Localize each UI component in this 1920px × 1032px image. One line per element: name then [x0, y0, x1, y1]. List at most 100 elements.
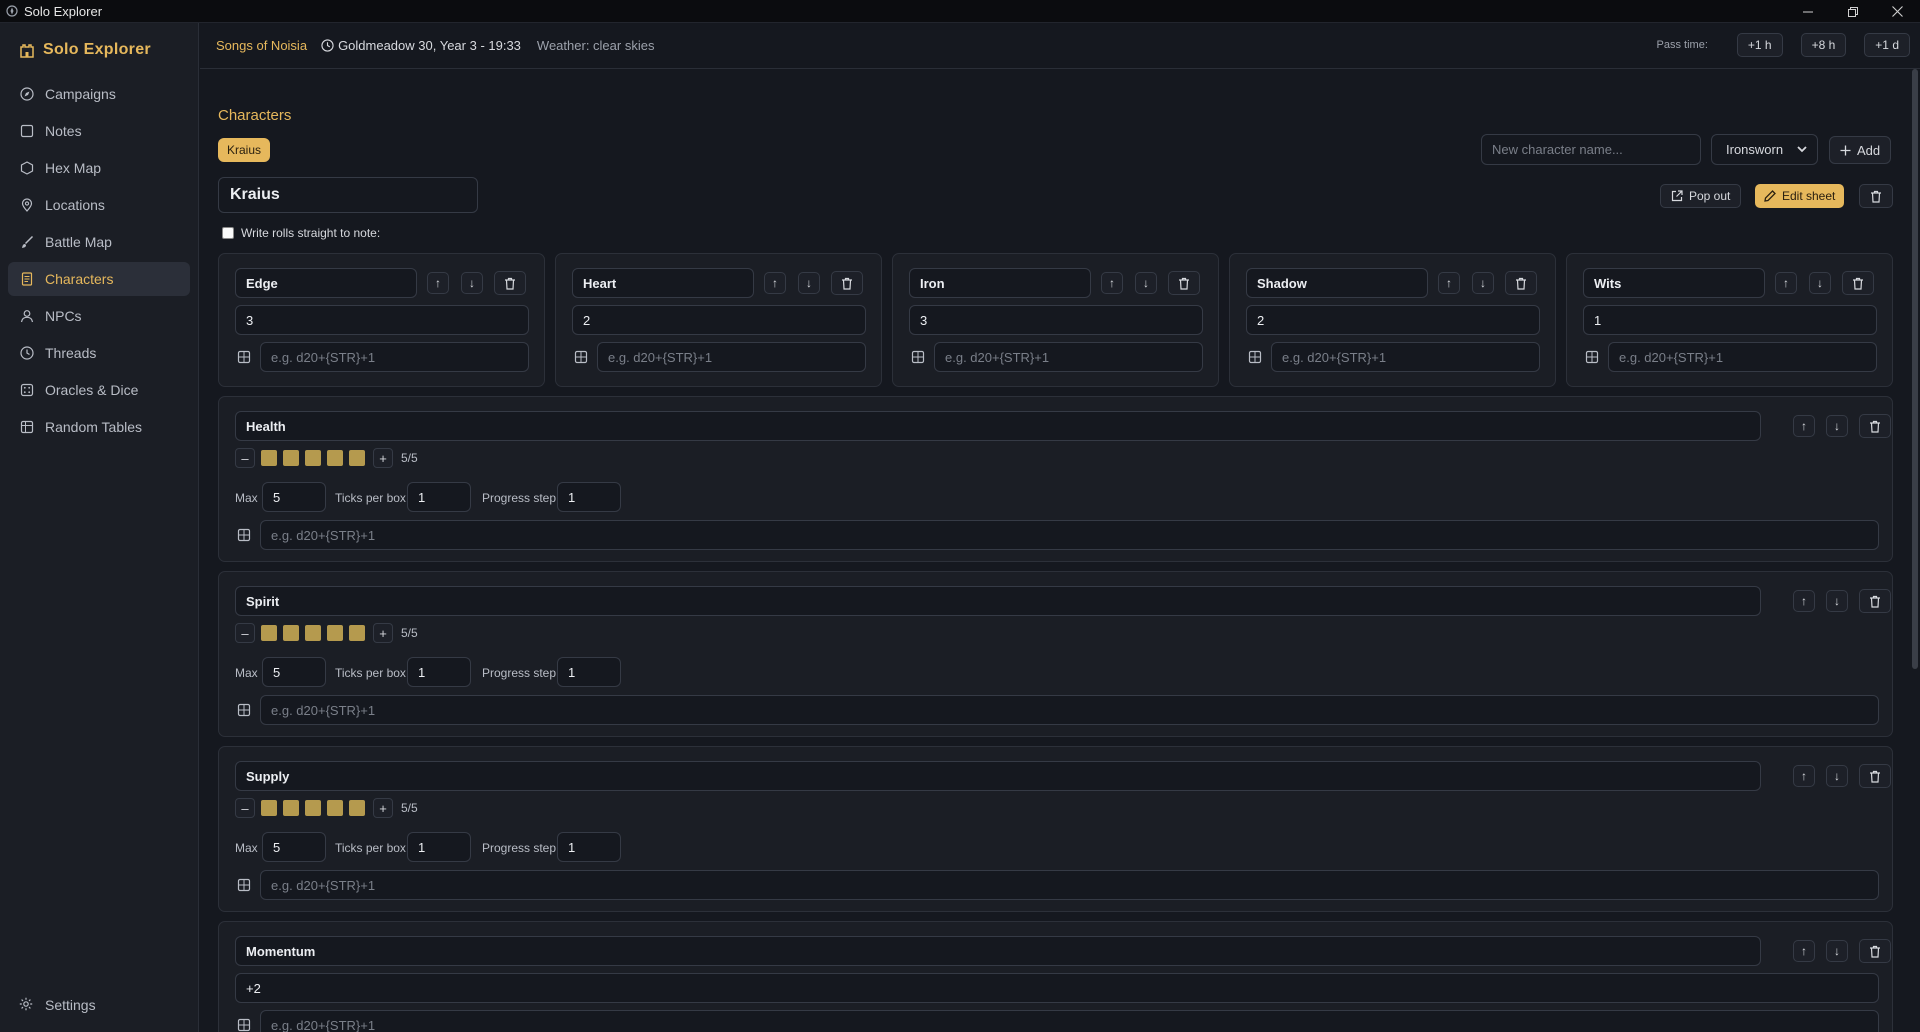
track-box[interactable] [283, 450, 299, 466]
move-down-button[interactable]: ↓ [1826, 940, 1848, 962]
delete-field-button[interactable] [494, 271, 526, 295]
move-down-button[interactable]: ↓ [1826, 590, 1848, 612]
sidebar-item-threads[interactable]: Threads [8, 336, 190, 370]
track-box[interactable] [327, 450, 343, 466]
track-box[interactable] [305, 625, 321, 641]
track-name-field[interactable]: Supply [235, 761, 1761, 791]
decrement-button[interactable]: – [235, 623, 255, 643]
edit-sheet-button[interactable]: Edit sheet [1755, 184, 1845, 208]
roll-formula-input[interactable]: e.g. d20+{STR}+1 [260, 695, 1879, 725]
track-box[interactable] [261, 800, 277, 816]
dice-icon[interactable] [237, 528, 251, 542]
max-input[interactable]: 5 [262, 657, 326, 687]
roll-formula-input[interactable]: e.g. d20+{STR}+1 [260, 1010, 1879, 1032]
sidebar-item-characters[interactable]: Characters [8, 262, 190, 296]
track-box[interactable] [327, 800, 343, 816]
sidebar-item-npcs[interactable]: NPCs [8, 299, 190, 333]
new-character-name-input[interactable] [1481, 134, 1701, 165]
close-button[interactable] [1875, 0, 1920, 23]
progress-step-input[interactable]: 1 [557, 832, 621, 862]
pass-1d-button[interactable]: +1 d [1864, 33, 1910, 57]
track-box[interactable] [349, 625, 365, 641]
dice-icon[interactable] [237, 703, 251, 717]
delete-field-button[interactable] [1505, 271, 1537, 295]
move-up-button[interactable]: ↑ [1793, 415, 1815, 437]
dice-icon[interactable] [1248, 350, 1262, 364]
move-up-button[interactable]: ↑ [1793, 765, 1815, 787]
system-select[interactable]: Ironsworn [1711, 134, 1818, 165]
roll-formula-input[interactable]: e.g. d20+{STR}+1 [597, 342, 866, 372]
character-name-field[interactable]: Kraius [218, 177, 478, 213]
pass-1h-button[interactable]: +1 h [1736, 33, 1783, 57]
delete-field-button[interactable] [1859, 764, 1891, 788]
sidebar-item-campaigns[interactable]: Campaigns [8, 77, 190, 111]
pop-out-button[interactable]: Pop out [1660, 184, 1742, 208]
move-down-button[interactable]: ↓ [1826, 765, 1848, 787]
move-up-button[interactable]: ↑ [1775, 272, 1797, 294]
momentum-name-field[interactable]: Momentum [235, 936, 1761, 966]
move-up-button[interactable]: ↑ [1438, 272, 1460, 294]
stat-value-field[interactable]: 2 [1246, 305, 1540, 335]
track-box[interactable] [327, 625, 343, 641]
delete-character-button[interactable] [1859, 184, 1893, 208]
delete-field-button[interactable] [1842, 271, 1874, 295]
stat-value-field[interactable]: 1 [1583, 305, 1877, 335]
sidebar-item-settings[interactable]: Settings [8, 988, 190, 1022]
dice-icon[interactable] [237, 1018, 251, 1032]
ticks-input[interactable]: 1 [407, 657, 471, 687]
delete-field-button[interactable] [1168, 271, 1200, 295]
campaign-link[interactable]: Songs of Noisia [216, 38, 307, 53]
delete-field-button[interactable] [1859, 589, 1891, 613]
track-box[interactable] [283, 625, 299, 641]
track-box[interactable] [261, 450, 277, 466]
sidebar-item-random-tables[interactable]: Random Tables [8, 410, 190, 444]
stat-name-field[interactable]: Heart [572, 268, 754, 298]
move-up-button[interactable]: ↑ [1793, 590, 1815, 612]
roll-formula-input[interactable]: e.g. d20+{STR}+1 [260, 342, 529, 372]
add-character-button[interactable]: Add [1829, 136, 1892, 164]
max-input[interactable]: 5 [262, 482, 326, 512]
stat-value-field[interactable]: 3 [909, 305, 1203, 335]
brand[interactable]: Solo Explorer [0, 23, 198, 77]
progress-step-input[interactable]: 1 [557, 657, 621, 687]
delete-field-button[interactable] [1859, 414, 1891, 438]
track-box[interactable] [305, 800, 321, 816]
delete-field-button[interactable] [831, 271, 863, 295]
roll-formula-input[interactable]: e.g. d20+{STR}+1 [934, 342, 1203, 372]
minimize-button[interactable] [1785, 0, 1830, 23]
ticks-input[interactable]: 1 [407, 482, 471, 512]
ticks-input[interactable]: 1 [407, 832, 471, 862]
roll-formula-input[interactable]: e.g. d20+{STR}+1 [1271, 342, 1540, 372]
dice-icon[interactable] [911, 350, 925, 364]
track-box[interactable] [349, 800, 365, 816]
max-input[interactable]: 5 [262, 832, 326, 862]
move-down-button[interactable]: ↓ [461, 272, 483, 294]
stat-name-field[interactable]: Shadow [1246, 268, 1428, 298]
stat-value-field[interactable]: 2 [572, 305, 866, 335]
stat-name-field[interactable]: Wits [1583, 268, 1765, 298]
dice-icon[interactable] [1585, 350, 1599, 364]
move-down-button[interactable]: ↓ [1135, 272, 1157, 294]
delete-field-button[interactable] [1859, 939, 1891, 963]
move-down-button[interactable]: ↓ [798, 272, 820, 294]
track-box[interactable] [283, 800, 299, 816]
sidebar-item-oracles-dice[interactable]: Oracles & Dice [8, 373, 190, 407]
dice-icon[interactable] [574, 350, 588, 364]
roll-formula-input[interactable]: e.g. d20+{STR}+1 [1608, 342, 1877, 372]
write-rolls-checkbox[interactable] [222, 227, 234, 239]
dice-icon[interactable] [237, 350, 251, 364]
pass-8h-button[interactable]: +8 h [1800, 33, 1847, 57]
roll-formula-input[interactable]: e.g. d20+{STR}+1 [260, 520, 1879, 550]
move-down-button[interactable]: ↓ [1809, 272, 1831, 294]
roll-formula-input[interactable]: e.g. d20+{STR}+1 [260, 870, 1879, 900]
stat-name-field[interactable]: Iron [909, 268, 1091, 298]
decrement-button[interactable]: – [235, 448, 255, 468]
move-up-button[interactable]: ↑ [764, 272, 786, 294]
increment-button[interactable]: + [373, 448, 393, 468]
sidebar-item-hex-map[interactable]: Hex Map [8, 151, 190, 185]
track-name-field[interactable]: Health [235, 411, 1761, 441]
main-scrollbar[interactable] [1910, 69, 1920, 1032]
track-box[interactable] [305, 450, 321, 466]
dice-icon[interactable] [237, 878, 251, 892]
increment-button[interactable]: + [373, 623, 393, 643]
